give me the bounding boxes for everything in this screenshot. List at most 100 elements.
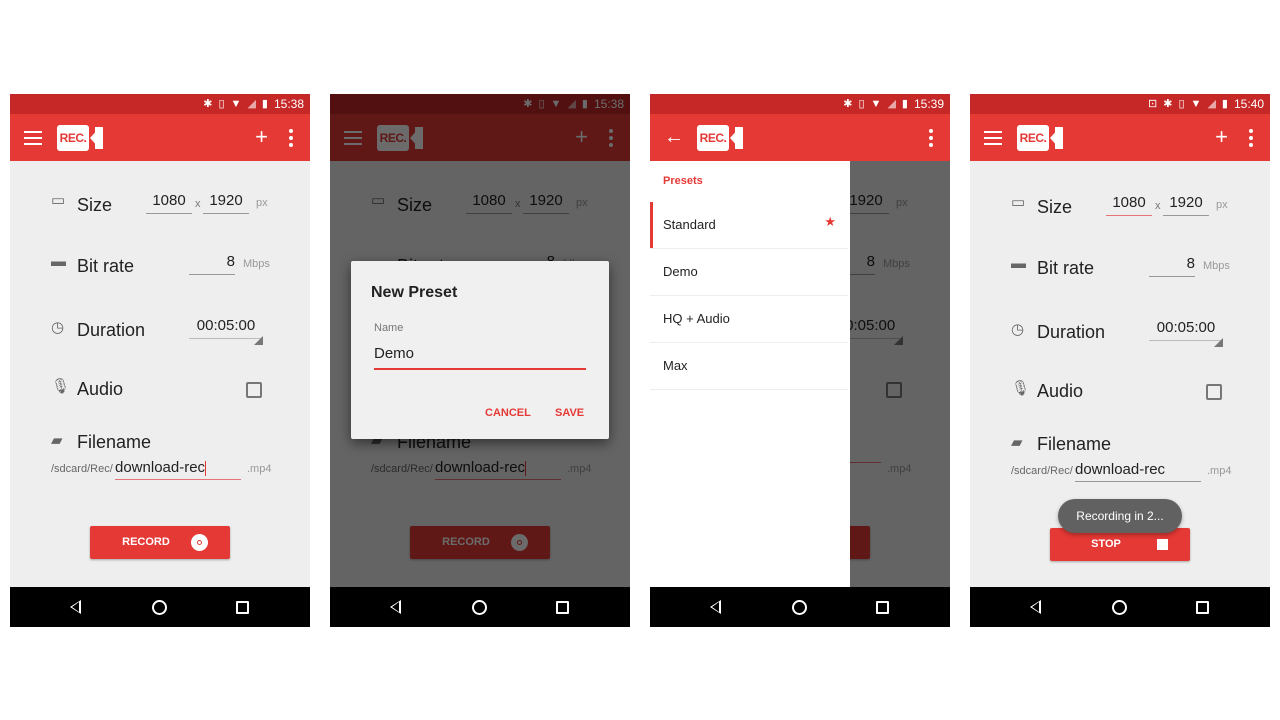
app-logo: REC. [1017, 125, 1064, 151]
vibrate-icon: ▯ [218, 97, 225, 110]
nav-back-icon[interactable] [710, 600, 721, 614]
app-toolbar: REC. + [970, 114, 1270, 161]
width-input[interactable]: 1080 [1106, 194, 1152, 216]
signal-icon: ◢ [887, 97, 896, 110]
cancel-button[interactable]: CANCEL [485, 407, 531, 419]
nav-recents-icon[interactable] [556, 601, 569, 614]
preset-item-hq-audio[interactable]: HQ + Audio [650, 296, 848, 343]
menu-icon[interactable] [24, 131, 42, 145]
status-bar: ⊡ ✱ ▯ ▼ ◢ ▮ 15:40 [970, 94, 1270, 114]
nav-back-icon[interactable] [1030, 600, 1041, 614]
bitrate-label: Bit rate [1037, 258, 1095, 278]
size-separator: x [1155, 200, 1161, 212]
bitrate-input[interactable]: 8 [189, 253, 235, 275]
filename-input[interactable]: download-rec [115, 459, 241, 480]
wifi-icon: ▼ [870, 97, 882, 110]
bitrate-label: Bit rate [77, 256, 135, 276]
mic-icon: 🎙 [51, 378, 71, 395]
phone-screen-presets-drawer: ✱ ▯ ▼ ◢ ▮ 15:39 ← REC. 1920 px 8 Mbps 00… [650, 94, 950, 627]
audio-label: Audio [77, 379, 124, 399]
battery-icon: ▮ [261, 97, 268, 110]
record-button[interactable]: RECORD [90, 526, 230, 559]
nav-home-icon[interactable] [792, 600, 807, 615]
presets-drawer: Presets Standard ★ Demo HQ + Audio Max [650, 161, 850, 587]
new-preset-dialog: New Preset Name Demo CANCEL SAVE [351, 261, 609, 439]
clock-icon: ◷ [51, 319, 65, 336]
nav-bar [650, 587, 950, 627]
preset-item-demo[interactable]: Demo [650, 249, 848, 296]
wifi-icon: ▼ [1190, 97, 1202, 110]
nav-recents-icon[interactable] [876, 601, 889, 614]
ruler-icon: ▭ [51, 192, 66, 209]
nav-back-icon[interactable] [70, 600, 81, 614]
recording-toast: Recording in 2... [1058, 499, 1182, 533]
duration-label: Duration [77, 320, 146, 340]
status-bar: ✱ ▯ ▼ ◢ ▮ 15:38 [10, 94, 310, 114]
preset-item-standard[interactable]: Standard ★ [650, 202, 848, 249]
bitrate-input[interactable]: 8 [1149, 255, 1195, 277]
add-preset-button[interactable]: + [1215, 126, 1228, 148]
filename-ext: .mp4 [247, 463, 272, 475]
nav-back-icon[interactable] [390, 600, 401, 614]
record-icon [191, 534, 208, 551]
clapper-icon: ▬ [1011, 255, 1026, 272]
audio-label: Audio [1037, 381, 1084, 401]
phone-screen-new-preset: ✱ ▯ ▼ ◢ ▮ 15:38 REC. + ▭ Size 1080 x 192… [330, 94, 630, 627]
bluetooth-icon: ✱ [843, 97, 853, 110]
drawer-header: Presets [663, 175, 703, 187]
nav-bar [970, 587, 1270, 627]
filename-input[interactable]: download-rec [1075, 461, 1201, 482]
settings-form: ▭ Size 1080 x 1920 px ▬ Bit rate 8 Mbps … [970, 161, 1270, 587]
preset-name-label: Name [374, 322, 404, 334]
audio-checkbox[interactable] [246, 382, 262, 398]
overflow-menu-icon[interactable] [1249, 129, 1253, 150]
overflow-menu-icon[interactable] [929, 129, 933, 150]
preset-name-input[interactable]: Demo [374, 345, 586, 370]
folder-icon: ▰ [51, 432, 63, 449]
back-arrow-icon[interactable]: ← [664, 126, 684, 148]
status-bar: ✱ ▯ ▼ ◢ ▮ 15:39 [650, 94, 950, 114]
bitrate-unit: Mbps [1203, 260, 1230, 272]
nav-home-icon[interactable] [152, 600, 167, 615]
duration-spinner[interactable]: 00:05:00 [1149, 319, 1223, 341]
dropdown-triangle-icon [254, 336, 263, 345]
folder-icon: ▰ [1011, 434, 1023, 451]
nav-recents-icon[interactable] [236, 601, 249, 614]
app-toolbar: ← REC. [650, 114, 950, 161]
status-time: 15:40 [1233, 97, 1264, 111]
size-unit: px [1216, 199, 1228, 211]
preset-item-max[interactable]: Max [650, 343, 848, 390]
nav-home-icon[interactable] [472, 600, 487, 615]
overflow-menu-icon[interactable] [289, 129, 293, 150]
battery-icon: ▮ [901, 97, 908, 110]
audio-checkbox[interactable] [1206, 384, 1222, 400]
duration-spinner[interactable]: 00:05:00 [189, 317, 263, 339]
height-input[interactable]: 1920 [203, 192, 249, 214]
dialog-title: New Preset [371, 284, 458, 301]
filename-label: Filename [1037, 434, 1112, 454]
signal-icon: ◢ [247, 97, 256, 110]
mic-icon: 🎙 [1011, 380, 1031, 397]
ruler-icon: ▭ [1011, 194, 1026, 211]
height-input[interactable]: 1920 [1163, 194, 1209, 216]
star-icon: ★ [824, 214, 836, 229]
filename-ext: .mp4 [1207, 465, 1232, 477]
dropdown-triangle-icon [1214, 338, 1223, 347]
app-logo: REC. [697, 125, 744, 151]
bluetooth-icon: ✱ [203, 97, 213, 110]
bitrate-unit: Mbps [243, 258, 270, 270]
size-label: Size [77, 195, 113, 215]
add-preset-button[interactable]: + [255, 126, 268, 148]
save-button[interactable]: SAVE [555, 407, 584, 419]
filename-label: Filename [77, 432, 152, 452]
width-input[interactable]: 1080 [146, 192, 192, 214]
status-time: 15:38 [273, 97, 304, 111]
nav-bar [330, 587, 630, 627]
menu-icon[interactable] [984, 131, 1002, 145]
phone-screen-main: ✱ ▯ ▼ ◢ ▮ 15:38 REC. + ▭ Size 1080 x 192… [10, 94, 310, 627]
nav-home-icon[interactable] [1112, 600, 1127, 615]
filename-path: /sdcard/Rec/ [1011, 465, 1073, 477]
cast-icon: ⊡ [1148, 97, 1158, 110]
nav-recents-icon[interactable] [1196, 601, 1209, 614]
size-label: Size [1037, 197, 1073, 217]
